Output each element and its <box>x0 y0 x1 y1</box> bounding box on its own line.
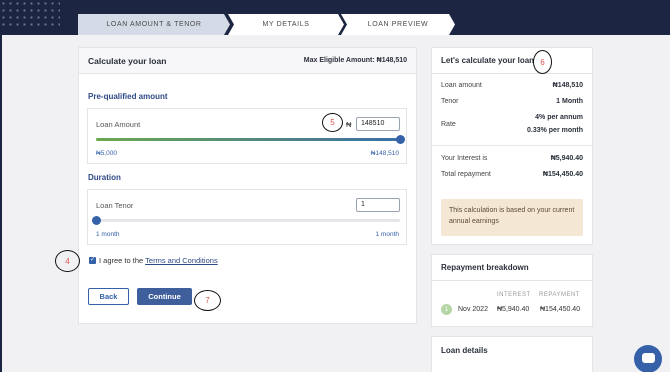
annotation-6: 6 <box>533 50 552 74</box>
agree-text: I agree to the Terms and Conditions <box>99 256 218 265</box>
summary-interest-value: ₦5,940.40 <box>550 155 583 162</box>
loan-tenor-input[interactable]: 1 <box>356 198 400 212</box>
prequalified-title: Pre-qualified amount <box>88 92 168 101</box>
step-loan-preview[interactable]: LOAN PREVIEW <box>341 14 455 35</box>
earnings-note: This calculation is based on your curren… <box>441 199 583 236</box>
loan-amount-input[interactable]: 148510 <box>356 117 400 131</box>
loan-details-title: Loan details <box>441 345 488 355</box>
installment-interest: ₦5,940.40 <box>497 306 530 313</box>
step-my-details[interactable]: MY DETAILS <box>228 14 344 35</box>
summary-interest-label: Your Interest is <box>441 155 488 162</box>
summary-repayment-label: Total repayment <box>441 171 491 178</box>
summary-loan-amount-label: Loan amount <box>441 82 482 89</box>
summary-tenor-value: 1 Month <box>556 98 583 105</box>
summary-tenor-label: Tenor <box>441 98 459 105</box>
naira-sign: ₦ <box>346 120 352 129</box>
amount-min: ₦5,000 <box>96 150 117 157</box>
calculator-title: Calculate your loan <box>88 55 167 66</box>
installment-date: Nov 2022 <box>458 306 488 313</box>
terms-checkbox[interactable]: ✓ <box>89 257 96 264</box>
repayment-row: Total repayment ₦154,450.40 <box>441 171 583 178</box>
summary-divider <box>432 145 592 146</box>
loan-amount-label: Loan Amount <box>96 120 141 129</box>
agree-label: I agree to the <box>99 256 146 265</box>
summary-title: Let's calculate your loan <box>432 48 592 74</box>
interest-column-header: INTEREST <box>497 292 531 298</box>
amount-max: ₦148,510 <box>370 150 399 157</box>
loan-tenor-slider[interactable] <box>91 216 400 225</box>
loan-tenor-box: Loan Tenor 1 1 month 1 month <box>87 189 407 245</box>
chat-bubble-icon <box>642 353 655 363</box>
step-loan-amount-tenor[interactable]: LOAN AMOUNT & TENOR <box>78 14 230 35</box>
slider-fill <box>96 138 400 141</box>
summary-rate-annum: 4% per annum <box>535 114 583 121</box>
tenor-min: 1 month <box>96 231 120 238</box>
loan-amount-box: Loan Amount ₦ 148510 ₦5,000 ₦148,510 <box>87 108 407 164</box>
repayment-breakdown-card: Repayment breakdown INTEREST REPAYMENT 1… <box>431 254 593 327</box>
max-eligible-amount: Max Eligible Amount: ₦148,510 <box>303 57 407 64</box>
repayment-column-header: REPAYMENT <box>539 292 580 298</box>
tenor-row: Tenor 1 Month <box>441 98 583 105</box>
loan-tenor-label: Loan Tenor <box>96 201 134 210</box>
summary-repayment-value: ₦154,450.40 <box>542 171 583 178</box>
dot-pattern <box>0 0 60 28</box>
loan-summary-card: Let's calculate your loan Loan amount ₦14… <box>431 47 593 245</box>
calculator-header: Calculate your loan Max Eligible Amount:… <box>79 48 416 74</box>
annotation-4: 4 <box>55 250 80 272</box>
loan-amount-slider[interactable] <box>96 135 405 144</box>
interest-row: Your Interest is ₦5,940.40 <box>441 155 583 162</box>
loan-details-card: Loan details <box>431 336 593 372</box>
left-edge-bar <box>0 35 2 372</box>
chat-button[interactable] <box>634 345 662 372</box>
duration-title: Duration <box>88 173 121 182</box>
rate-annum-row: 4% per annum <box>441 114 583 121</box>
repayment-title: Repayment breakdown <box>432 255 592 281</box>
loan-calculator-card: Calculate your loan Max Eligible Amount:… <box>78 47 417 324</box>
terms-link[interactable]: Terms and Conditions <box>145 256 218 265</box>
loan-tenor-slider-handle[interactable] <box>91 216 101 225</box>
installment-number: 1 <box>441 304 452 315</box>
loan-amount-row: Loan amount ₦148,510 <box>441 82 583 89</box>
annotation-7: 7 <box>194 290 221 311</box>
summary-loan-amount-value: ₦148,510 <box>552 82 583 89</box>
stepper: LOAN AMOUNT & TENOR MY DETAILS LOAN PREV… <box>78 14 458 35</box>
summary-rate-month: 0.33% per month <box>526 127 583 134</box>
continue-button[interactable]: Continue <box>137 288 192 305</box>
annotation-5: 5 <box>322 113 343 132</box>
rate-month-row: 0.33% per month <box>441 127 583 134</box>
loan-amount-slider-handle[interactable] <box>395 135 405 144</box>
back-button[interactable]: Back <box>88 288 129 305</box>
installment-repayment: ₦154,450.40 <box>540 306 581 313</box>
tenor-max: 1 month <box>375 231 400 238</box>
